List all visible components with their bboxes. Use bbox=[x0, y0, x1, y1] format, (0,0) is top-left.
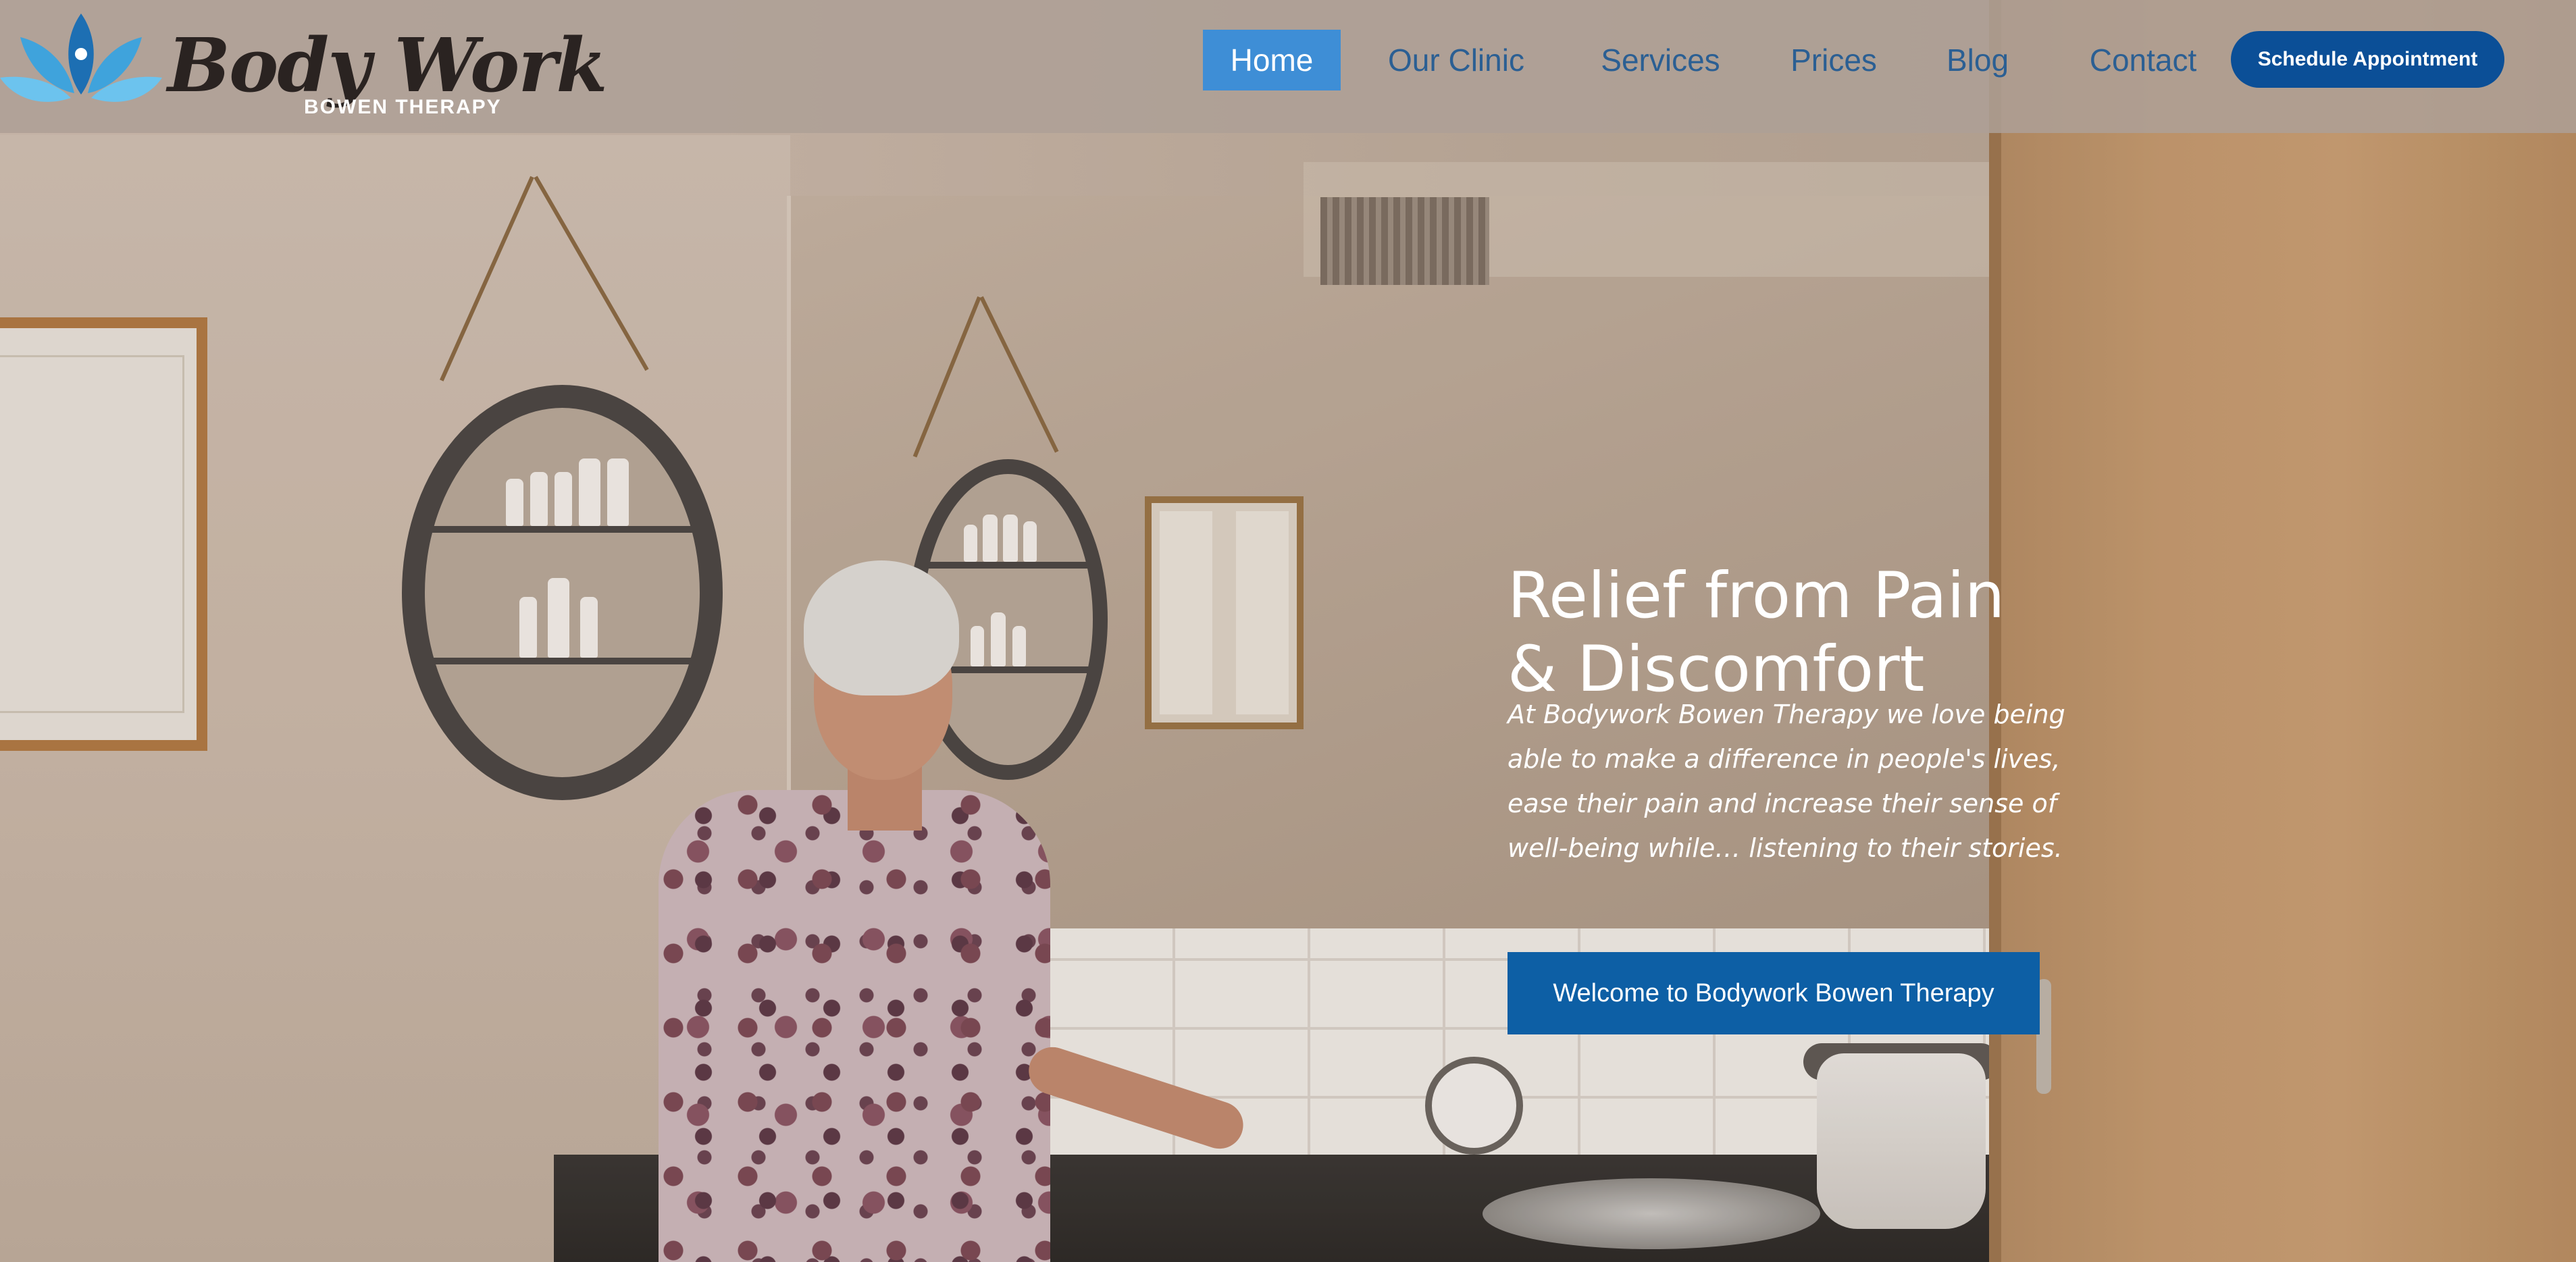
hero-title: Relief from Pain & Discomfort bbox=[1508, 559, 2021, 706]
lotus-icon bbox=[0, 14, 162, 102]
nav-services[interactable]: Services bbox=[1591, 30, 1730, 90]
hero-description: At Bodywork Bowen Therapy we love being … bbox=[1508, 700, 2065, 863]
brand-tagline: BOWEN THERAPY bbox=[304, 96, 502, 118]
nav-home[interactable]: Home bbox=[1203, 30, 1341, 90]
site-logo[interactable]: Body Work BOWEN THERAPY bbox=[0, 7, 608, 122]
nav-contact[interactable]: Contact bbox=[2076, 30, 2211, 90]
schedule-appointment-button[interactable]: Schedule Appointment bbox=[2231, 31, 2504, 88]
site-header: Body Work BOWEN THERAPY Home Our Clinic … bbox=[0, 0, 2576, 133]
hero-background-photo bbox=[0, 0, 2576, 1262]
nav-prices[interactable]: Prices bbox=[1783, 30, 1884, 90]
welcome-button[interactable]: Welcome to Bodywork Bowen Therapy bbox=[1508, 952, 2040, 1034]
hero-title-line1: Relief from Pain bbox=[1508, 558, 2005, 633]
nav-blog[interactable]: Blog bbox=[1937, 30, 2018, 90]
nav-our-clinic[interactable]: Our Clinic bbox=[1375, 30, 1537, 90]
